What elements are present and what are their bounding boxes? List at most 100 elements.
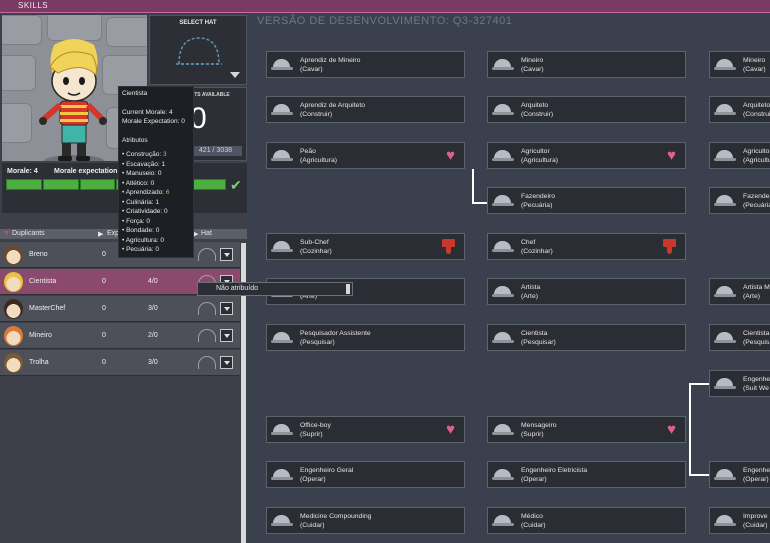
hat-dropdown-button[interactable] (220, 329, 233, 342)
duplicant-row[interactable]: Trolha 0 3/0 (0, 350, 240, 376)
skill-hat-icon (271, 514, 293, 528)
skill-node-agricultor-3[interactable]: Agricultor (Agricultura) (709, 142, 770, 169)
skill-name: Fazendeiro (743, 193, 770, 200)
duplicant-experience: 0 (102, 359, 106, 366)
skill-node-arquiteto[interactable]: Arquiteto (Construir) (487, 96, 686, 123)
header-hat[interactable]: Hat (201, 230, 212, 237)
skill-node-arquiteto-3[interactable]: Arquiteto (Construir) (709, 96, 770, 123)
skill-node-engenheiro-suit[interactable]: Engenhei (Suit We (709, 370, 770, 397)
skill-hat-icon (492, 240, 514, 254)
hat-dropdown-arrow-icon[interactable] (230, 72, 240, 78)
hat-dropdown-button[interactable] (220, 356, 233, 369)
hat-slot-icon (198, 356, 216, 369)
attribute-value: 0 (155, 246, 159, 253)
connector-line (689, 383, 709, 385)
skill-category: (Pesquisar) (300, 339, 335, 346)
skill-node-aprendiz-mineiro[interactable]: Aprendiz de Mineiro (Cavar) (266, 51, 465, 78)
skill-text: Arquiteto (Construir) (743, 101, 770, 119)
thumbs-down-icon (663, 239, 676, 254)
skill-node-aprendiz-arquiteto[interactable]: Aprendiz de Arquiteto (Construir) (266, 96, 465, 123)
hat-dropdown-menu[interactable]: Não atribuído (197, 282, 353, 296)
thumbs-down-icon (442, 239, 455, 254)
duplicant-experience: 0 (102, 278, 106, 285)
sort-right-icon[interactable]: ▶ (98, 230, 103, 238)
tooltip-title: Cientista (122, 90, 148, 97)
skill-category: (Agricultura) (521, 157, 559, 164)
skill-node-chef[interactable]: Chef (Cozinhar) (487, 233, 686, 260)
select-hat-panel[interactable]: SELECT HAT (149, 15, 247, 85)
attribute-label: • Agricultura: (122, 236, 161, 244)
select-hat-label: SELECT HAT (179, 20, 217, 26)
duplicant-row[interactable]: Mineiro 0 2/0 (0, 323, 240, 349)
morale-segment (6, 179, 42, 190)
skill-hat-icon (492, 58, 514, 72)
tooltip-morale-expectation: Morale Expectation: 0 (122, 118, 185, 125)
header-duplicants[interactable]: Duplicants (12, 230, 45, 237)
skill-node-engenheiro-eletricista[interactable]: Engenheiro Eletricista (Operar) (487, 461, 686, 488)
skill-node-medico[interactable]: Médico (Cuidar) (487, 507, 686, 534)
skill-node-agricultor[interactable]: Agricultor (Agricultura) ♥ (487, 142, 686, 169)
skill-node-mineiro-3[interactable]: Mineiro (Cavar) (709, 51, 770, 78)
skill-hat-icon (492, 149, 514, 163)
skill-hat-icon (271, 331, 293, 345)
skill-node-mineiro[interactable]: Mineiro (Cavar) (487, 51, 686, 78)
tooltip-attribute: • Agricultura: 0 (122, 236, 190, 246)
attribute-label: • Manuseio: (122, 170, 158, 177)
skill-name: Agricultor (743, 148, 770, 155)
dropdown-scroll-knob[interactable] (346, 284, 350, 294)
skill-node-peao[interactable]: Peão (Agricultura) ♥ (266, 142, 465, 169)
attribute-label: • Pecuária: (122, 246, 156, 253)
skill-node-office-boy[interactable]: Office-boy (Suprir) ♥ (266, 416, 465, 443)
skill-node-fazendeiro[interactable]: Fazendeiro (Pecuária) (487, 187, 686, 214)
skill-node-pesquisador-assistente[interactable]: Pesquisador Assistente (Pesquisar) (266, 324, 465, 351)
skill-name: Medicine Compounding (300, 513, 372, 520)
attribute-value: 0 (160, 236, 165, 244)
tooltip-attribute: • Criatividade: 0 (122, 207, 190, 217)
morale-segment (190, 179, 226, 190)
attribute-value: 0 (146, 217, 150, 225)
skill-category: (Operar) (521, 476, 547, 483)
duplicant-avatar-icon (4, 299, 23, 319)
tooltip-attribute: • Aprendizado: 6 (122, 188, 190, 198)
skill-node-cientista-3[interactable]: Cientista (Pesquisar) (709, 324, 770, 351)
skill-name: Pesquisador Assistente (300, 330, 371, 337)
skill-name: Office-boy (300, 422, 331, 429)
skill-category: (Operar) (300, 476, 326, 483)
skill-node-sub-chef[interactable]: Sub-Chef (Cozinhar) (266, 233, 465, 260)
tooltip-attribute: • Escavação: 1 (122, 160, 190, 170)
sort-down-icon[interactable]: ▼ (3, 230, 10, 237)
duplicant-name: Mineiro (29, 332, 52, 339)
skill-node-artista-3[interactable]: Artista M (Arte) (709, 278, 770, 305)
attribute-label: • Construção: (122, 151, 163, 158)
duplicant-row[interactable]: MasterChef 0 3/0 (0, 296, 240, 322)
skill-node-cientista[interactable]: Cientista (Pesquisar) (487, 324, 686, 351)
skill-node-medicine-compounding[interactable]: Medicine Compounding (Cuidar) (266, 507, 465, 534)
hat-option-unassigned[interactable]: Não atribuído (216, 285, 258, 292)
skill-node-improve[interactable]: Improve (Cuidar) (709, 507, 770, 534)
skill-category: (Pecuária) (521, 202, 553, 209)
skill-node-mensageiro[interactable]: Mensageiro (Suprir) ♥ (487, 416, 686, 443)
skill-node-artista[interactable]: Artista (Arte) (487, 278, 686, 305)
connector-line (472, 202, 488, 204)
tooltip-attribute: • Bondade: 0 (122, 226, 190, 236)
skill-name: Engenheiro Eletricista (521, 467, 588, 474)
duplicant-name: MasterChef (29, 305, 66, 312)
hat-dropdown-button[interactable] (220, 248, 233, 261)
hat-slot-icon (198, 329, 216, 342)
hat-dropdown-button[interactable] (220, 302, 233, 315)
skill-text: Fazendeiro (Pecuária) (743, 192, 770, 210)
skill-hat-icon (492, 468, 514, 482)
skill-node-engenheiro-3[interactable]: Engenhei (Operar) (709, 461, 770, 488)
skill-text: Engenhei (Suit We (743, 375, 770, 393)
morale-segment (42, 179, 79, 190)
skill-name: Sub-Chef (300, 239, 329, 246)
skill-name: Chef (521, 239, 536, 246)
skill-text: Office-boy (Suprir) (300, 421, 331, 439)
skill-name: Fazendeiro (521, 193, 556, 200)
skill-text: Agricultor (Agricultura) (521, 147, 558, 165)
skill-node-fazendeiro-3[interactable]: Fazendeiro (Pecuária) (709, 187, 770, 214)
skill-category: (Cavar) (521, 66, 544, 73)
attribute-label: • Bondade: (122, 227, 156, 234)
skill-node-engenheiro-geral[interactable]: Engenheiro Geral (Operar) (266, 461, 465, 488)
hat-slot-icon (198, 302, 216, 315)
